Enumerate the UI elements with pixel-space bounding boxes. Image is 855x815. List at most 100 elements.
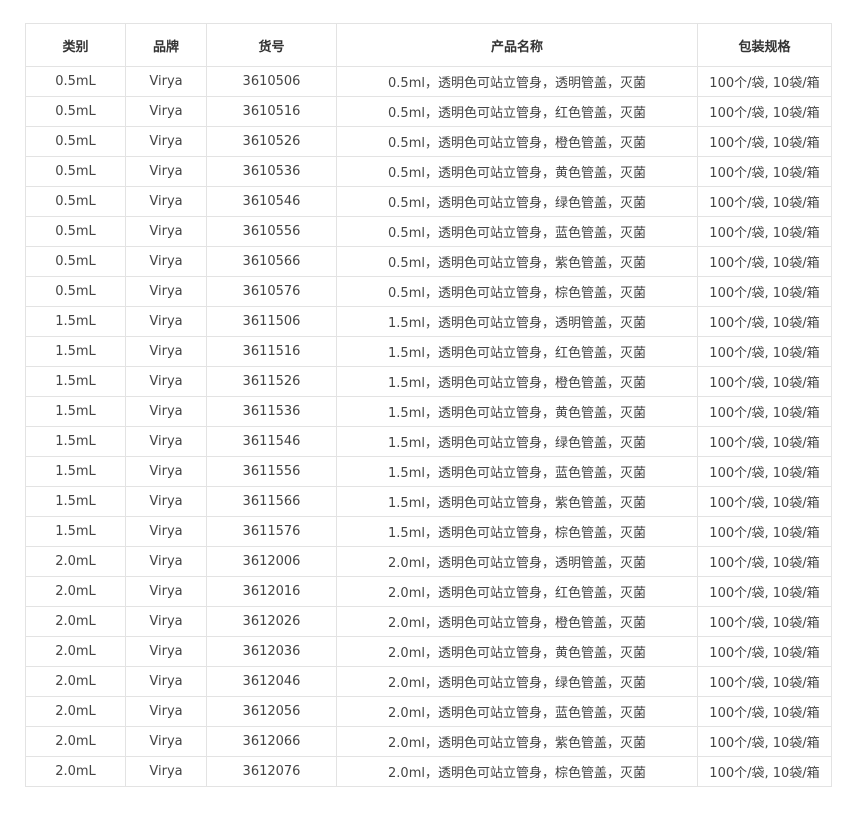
cell-sku: 3610536 bbox=[206, 156, 337, 187]
cell-category: 0.5mL bbox=[25, 66, 126, 97]
cell-category: 2.0mL bbox=[25, 606, 126, 637]
cell-packaging: 100个/袋, 10袋/箱 bbox=[697, 486, 832, 517]
cell-brand: Virya bbox=[125, 696, 207, 727]
cell-brand: Virya bbox=[125, 636, 207, 667]
cell-brand: Virya bbox=[125, 66, 207, 97]
cell-product-name: 0.5ml，透明色可站立管身，透明管盖，灭菌 bbox=[336, 66, 698, 97]
cell-brand: Virya bbox=[125, 576, 207, 607]
table-row: 0.5mL Virya 3610566 0.5ml，透明色可站立管身，紫色管盖，灭菌 1… bbox=[25, 246, 832, 277]
cell-sku: 3610526 bbox=[206, 126, 337, 157]
header-product-name: 产品名称 bbox=[336, 23, 698, 67]
cell-category: 2.0mL bbox=[25, 696, 126, 727]
cell-packaging: 100个/袋, 10袋/箱 bbox=[697, 126, 832, 157]
table-row: 2.0mL Virya 3612056 2.0ml，透明色可站立管身，蓝色管盖，灭菌 1… bbox=[25, 696, 832, 727]
cell-product-name: 0.5ml，透明色可站立管身，蓝色管盖，灭菌 bbox=[336, 216, 698, 247]
cell-category: 1.5mL bbox=[25, 426, 126, 457]
table-row: 0.5mL Virya 3610576 0.5ml，透明色可站立管身，棕色管盖，灭菌 1… bbox=[25, 276, 832, 307]
cell-packaging: 100个/袋, 10袋/箱 bbox=[697, 96, 832, 127]
cell-category: 0.5mL bbox=[25, 186, 126, 217]
cell-sku: 3610576 bbox=[206, 276, 337, 307]
cell-category: 0.5mL bbox=[25, 156, 126, 187]
cell-sku: 3612016 bbox=[206, 576, 337, 607]
cell-sku: 3610506 bbox=[206, 66, 337, 97]
table-row: 1.5mL Virya 3611566 1.5ml，透明色可站立管身，紫色管盖，灭菌 1… bbox=[25, 486, 832, 517]
cell-product-name: 2.0ml，透明色可站立管身，透明管盖，灭菌 bbox=[336, 546, 698, 577]
cell-packaging: 100个/袋, 10袋/箱 bbox=[697, 726, 832, 757]
cell-category: 2.0mL bbox=[25, 726, 126, 757]
cell-product-name: 2.0ml，透明色可站立管身，橙色管盖，灭菌 bbox=[336, 606, 698, 637]
cell-sku: 3612076 bbox=[206, 756, 337, 787]
cell-sku: 3612046 bbox=[206, 666, 337, 697]
header-row: 类别 品牌 货号 产品名称 包装规格 bbox=[25, 23, 832, 67]
cell-sku: 3611576 bbox=[206, 516, 337, 547]
table-row: 0.5mL Virya 3610506 0.5ml，透明色可站立管身，透明管盖，灭菌 1… bbox=[25, 66, 832, 97]
cell-sku: 3611566 bbox=[206, 486, 337, 517]
cell-brand: Virya bbox=[125, 186, 207, 217]
cell-sku: 3612026 bbox=[206, 606, 337, 637]
cell-sku: 3612066 bbox=[206, 726, 337, 757]
cell-product-name: 0.5ml，透明色可站立管身，红色管盖，灭菌 bbox=[336, 96, 698, 127]
cell-sku: 3611556 bbox=[206, 456, 337, 487]
cell-category: 2.0mL bbox=[25, 636, 126, 667]
table-header: 类别 品牌 货号 产品名称 包装规格 bbox=[25, 23, 832, 67]
table-row: 2.0mL Virya 3612076 2.0ml，透明色可站立管身，棕色管盖，灭菌 1… bbox=[25, 756, 832, 787]
cell-category: 1.5mL bbox=[25, 336, 126, 367]
cell-product-name: 1.5ml，透明色可站立管身，棕色管盖，灭菌 bbox=[336, 516, 698, 547]
cell-packaging: 100个/袋, 10袋/箱 bbox=[697, 756, 832, 787]
cell-brand: Virya bbox=[125, 726, 207, 757]
table-row: 1.5mL Virya 3611526 1.5ml，透明色可站立管身，橙色管盖，灭菌 1… bbox=[25, 366, 832, 397]
table-row: 2.0mL Virya 3612046 2.0ml，透明色可站立管身，绿色管盖，灭菌 1… bbox=[25, 666, 832, 697]
cell-product-name: 2.0ml，透明色可站立管身，黄色管盖，灭菌 bbox=[336, 636, 698, 667]
cell-category: 1.5mL bbox=[25, 396, 126, 427]
cell-packaging: 100个/袋, 10袋/箱 bbox=[697, 306, 832, 337]
cell-packaging: 100个/袋, 10袋/箱 bbox=[697, 186, 832, 217]
cell-sku: 3612006 bbox=[206, 546, 337, 577]
cell-packaging: 100个/袋, 10袋/箱 bbox=[697, 546, 832, 577]
cell-sku: 3611536 bbox=[206, 396, 337, 427]
cell-product-name: 0.5ml，透明色可站立管身，黄色管盖，灭菌 bbox=[336, 156, 698, 187]
cell-packaging: 100个/袋, 10袋/箱 bbox=[697, 666, 832, 697]
cell-brand: Virya bbox=[125, 276, 207, 307]
table-row: 2.0mL Virya 3612016 2.0ml，透明色可站立管身，红色管盖，灭菌 1… bbox=[25, 576, 832, 607]
cell-brand: Virya bbox=[125, 456, 207, 487]
cell-brand: Virya bbox=[125, 666, 207, 697]
cell-category: 0.5mL bbox=[25, 216, 126, 247]
cell-brand: Virya bbox=[125, 156, 207, 187]
cell-category: 0.5mL bbox=[25, 96, 126, 127]
table-row: 0.5mL Virya 3610556 0.5ml，透明色可站立管身，蓝色管盖，灭菌 1… bbox=[25, 216, 832, 247]
cell-product-name: 2.0ml，透明色可站立管身，绿色管盖，灭菌 bbox=[336, 666, 698, 697]
table-row: 1.5mL Virya 3611546 1.5ml，透明色可站立管身，绿色管盖，灭菌 1… bbox=[25, 426, 832, 457]
cell-packaging: 100个/袋, 10袋/箱 bbox=[697, 156, 832, 187]
cell-category: 2.0mL bbox=[25, 546, 126, 577]
cell-product-name: 1.5ml，透明色可站立管身，橙色管盖，灭菌 bbox=[336, 366, 698, 397]
cell-packaging: 100个/袋, 10袋/箱 bbox=[697, 426, 832, 457]
cell-brand: Virya bbox=[125, 756, 207, 787]
cell-brand: Virya bbox=[125, 306, 207, 337]
cell-product-name: 2.0ml，透明色可站立管身，紫色管盖，灭菌 bbox=[336, 726, 698, 757]
cell-product-name: 1.5ml，透明色可站立管身，透明管盖，灭菌 bbox=[336, 306, 698, 337]
cell-product-name: 2.0ml，透明色可站立管身，蓝色管盖，灭菌 bbox=[336, 696, 698, 727]
cell-category: 1.5mL bbox=[25, 306, 126, 337]
table-row: 2.0mL Virya 3612026 2.0ml，透明色可站立管身，橙色管盖，灭菌 1… bbox=[25, 606, 832, 637]
table-row: 2.0mL Virya 3612066 2.0ml，透明色可站立管身，紫色管盖，灭菌 1… bbox=[25, 726, 832, 757]
cell-brand: Virya bbox=[125, 96, 207, 127]
cell-brand: Virya bbox=[125, 366, 207, 397]
cell-product-name: 2.0ml，透明色可站立管身，棕色管盖，灭菌 bbox=[336, 756, 698, 787]
cell-product-name: 1.5ml，透明色可站立管身，蓝色管盖，灭菌 bbox=[336, 456, 698, 487]
cell-category: 1.5mL bbox=[25, 516, 126, 547]
header-brand: 品牌 bbox=[125, 23, 207, 67]
cell-sku: 3611516 bbox=[206, 336, 337, 367]
cell-category: 2.0mL bbox=[25, 576, 126, 607]
cell-packaging: 100个/袋, 10袋/箱 bbox=[697, 66, 832, 97]
table-row: 0.5mL Virya 3610536 0.5ml，透明色可站立管身，黄色管盖，灭菌 1… bbox=[25, 156, 832, 187]
table-row: 0.5mL Virya 3610546 0.5ml，透明色可站立管身，绿色管盖，灭菌 1… bbox=[25, 186, 832, 217]
cell-sku: 3611546 bbox=[206, 426, 337, 457]
cell-category: 2.0mL bbox=[25, 756, 126, 787]
cell-product-name: 1.5ml，透明色可站立管身，红色管盖，灭菌 bbox=[336, 336, 698, 367]
cell-category: 1.5mL bbox=[25, 366, 126, 397]
cell-packaging: 100个/袋, 10袋/箱 bbox=[697, 246, 832, 277]
table-row: 1.5mL Virya 3611576 1.5ml，透明色可站立管身，棕色管盖，灭菌 1… bbox=[25, 516, 832, 547]
cell-category: 0.5mL bbox=[25, 246, 126, 277]
table-row: 2.0mL Virya 3612036 2.0ml，透明色可站立管身，黄色管盖，灭菌 1… bbox=[25, 636, 832, 667]
cell-brand: Virya bbox=[125, 126, 207, 157]
